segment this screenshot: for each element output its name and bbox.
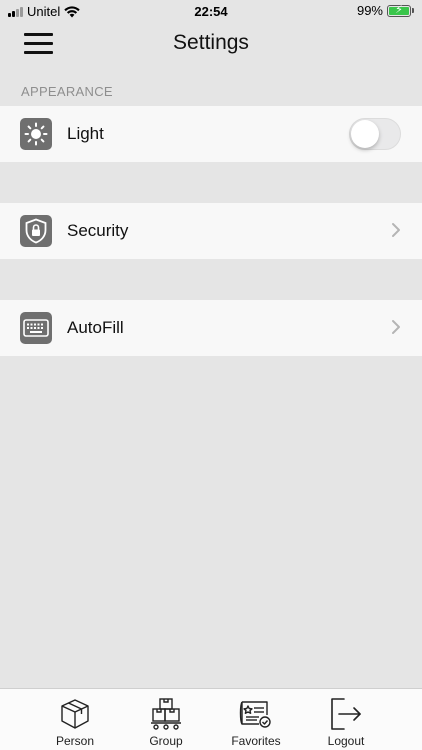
charging-bolt-icon: ⚡ xyxy=(395,3,403,16)
certificate-icon xyxy=(239,701,271,728)
security-label: Security xyxy=(67,221,129,240)
status-right: 99% ⚡ xyxy=(357,3,414,18)
tab-label: Person xyxy=(55,734,95,748)
chevron-right-icon xyxy=(392,223,400,237)
chevron-right-icon xyxy=(392,320,400,334)
light-mode-toggle[interactable] xyxy=(349,118,401,150)
logout-icon xyxy=(331,698,361,730)
battery-icon: ⚡ xyxy=(387,3,411,17)
keyboard-icon xyxy=(20,312,52,344)
tab-person[interactable]: Person xyxy=(35,697,115,748)
stacked-boxes-icon xyxy=(151,698,181,730)
light-mode-row: Light xyxy=(0,106,422,162)
autofill-row[interactable]: AutoFill xyxy=(0,300,422,356)
tab-label: Logout xyxy=(327,734,365,748)
tab-logout[interactable]: Logout xyxy=(306,697,386,748)
section-header-appearance: APPEARANCE xyxy=(21,84,113,99)
box-icon xyxy=(61,699,89,729)
page-title: Settings xyxy=(173,31,249,54)
tab-favorites[interactable]: Favorites xyxy=(216,697,296,748)
status-bar: Unitel 22:54 99% ⚡ xyxy=(0,0,422,24)
autofill-label: AutoFill xyxy=(67,318,124,337)
toggle-knob xyxy=(351,120,379,148)
tab-group[interactable]: Group xyxy=(126,697,206,748)
battery-tip xyxy=(412,8,414,13)
navigation-bar: Settings xyxy=(0,24,422,66)
battery-percent: 99% xyxy=(356,3,383,18)
tab-label: Favorites xyxy=(231,734,281,748)
security-row[interactable]: Security xyxy=(0,203,422,259)
tab-label: Group xyxy=(149,734,183,748)
shield-lock-icon xyxy=(20,215,52,247)
light-mode-label: Light xyxy=(67,124,104,143)
tab-bar: Person Group Favorites Logout xyxy=(0,688,422,750)
sun-icon xyxy=(20,118,52,150)
